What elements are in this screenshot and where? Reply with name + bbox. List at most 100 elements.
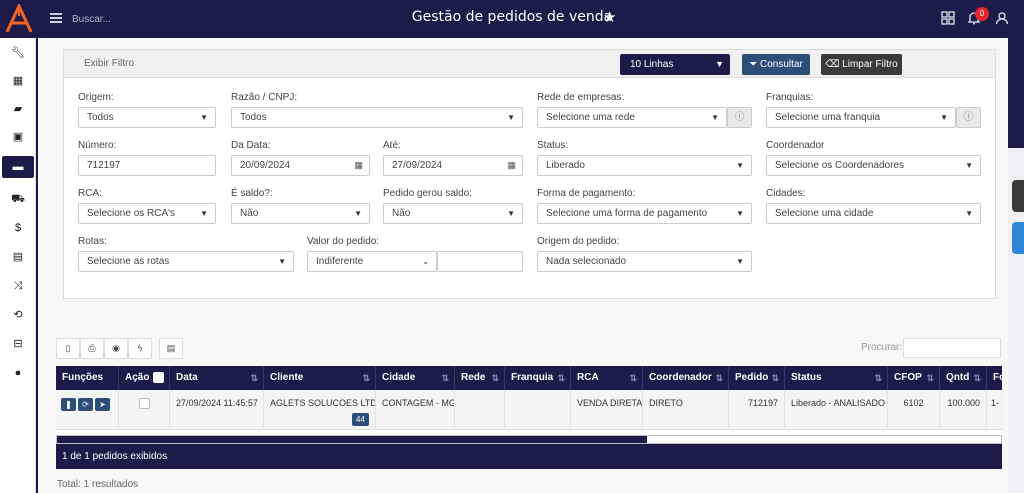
user-icon[interactable]: ●	[0, 362, 36, 384]
side-panel-toggle[interactable]	[1012, 180, 1024, 212]
bolt-icon[interactable]: ϟ	[128, 338, 152, 359]
franquias-select[interactable]: Selecione uma franquia ▼	[766, 107, 956, 128]
filter-icon: ⏷	[749, 59, 758, 70]
origem-pedido-select[interactable]: Nada selecionado ▼	[537, 251, 752, 272]
refresh-icon[interactable]: ⟳	[78, 398, 93, 411]
favorite-star-icon[interactable]: ★	[603, 8, 616, 26]
rotas-select[interactable]: Selecione as rotas ▼	[78, 251, 294, 272]
row-select-checkbox[interactable]	[139, 398, 150, 409]
e-saldo-select[interactable]: Não ▼	[231, 203, 370, 224]
col-acao[interactable]: Ação	[119, 366, 170, 390]
wrench-icon[interactable]: 🔧︎	[0, 42, 36, 64]
sort-icon: ⇅	[771, 373, 779, 383]
cell-coordenador: DIRETO	[643, 390, 729, 430]
rede-select[interactable]: Selecione uma rede ▼	[537, 107, 727, 128]
procurar-label: Procurar:	[861, 342, 903, 353]
horizontal-scrollbar[interactable]	[56, 435, 1002, 444]
briefcase-icon[interactable]: ▬	[2, 156, 34, 178]
book-icon[interactable]: ▰	[0, 98, 36, 120]
user-profile-icon[interactable]	[994, 11, 1010, 27]
view-eye-icon[interactable]: ◉	[104, 338, 128, 359]
shuffle-icon[interactable]: ⤨	[0, 275, 36, 297]
row-functions: ❚ ⟳ ➤	[56, 390, 119, 430]
right-edge	[1008, 38, 1024, 493]
cell-rca: VENDA DIRETA	[571, 390, 643, 430]
print-icon[interactable]: ⎙	[80, 338, 104, 359]
sort-icon: ⇅	[874, 373, 882, 383]
columns-icon[interactable]: ▤	[159, 338, 183, 359]
valor-pedido-select[interactable]: Indiferente ⌄	[307, 251, 437, 272]
basket-icon[interactable]: ⊟	[0, 333, 36, 355]
col-rca[interactable]: RCA ⇅	[571, 366, 643, 390]
apps-grid-icon[interactable]	[940, 11, 956, 27]
numero-input[interactable]: 712197	[78, 155, 216, 176]
dollar-icon[interactable]: $	[0, 217, 36, 239]
sort-icon: ⇅	[715, 373, 723, 383]
origem-select[interactable]: Todos ▼	[78, 107, 216, 128]
main-content: Exibir Filtro 10 Linhas ▼ ⏷ Consultar ⌫ …	[38, 38, 1008, 493]
filter-panel: Exibir Filtro 10 Linhas ▼ ⏷ Consultar ⌫ …	[63, 49, 996, 299]
send-icon[interactable]: ➤	[95, 398, 110, 411]
col-coordenador[interactable]: Coordenador ⇅	[643, 366, 729, 390]
rede-info-icon[interactable]: ⓘ	[727, 107, 752, 128]
coordenador-select[interactable]: Selecione os Coordenadores ▼	[766, 155, 981, 176]
cidades-select[interactable]: Selecione uma cidade ▼	[766, 203, 981, 224]
cell-cfop: 6102	[888, 390, 940, 430]
rca-select[interactable]: Selecione os RCA's ▼	[78, 203, 216, 224]
sort-icon: ⇅	[973, 373, 981, 383]
forma-pagamento-select[interactable]: Selecione uma forma de pagamento ▼	[537, 203, 752, 224]
da-data-input[interactable]: 20/09/2024 ▦	[231, 155, 370, 176]
procurar-input[interactable]	[903, 338, 1001, 358]
global-search-input[interactable]	[72, 10, 222, 28]
cell-qntd: 100.000	[940, 390, 987, 430]
cell-data: 27/09/2024 11:45:57	[170, 390, 264, 430]
sort-icon: ⇅	[629, 373, 637, 383]
valor-pedido-amount-input[interactable]	[437, 251, 523, 272]
col-data[interactable]: Data ⇅	[170, 366, 264, 390]
valor-pedido-label: Valor do pedido:	[307, 236, 380, 247]
gerou-saldo-select[interactable]: Não ▼	[383, 203, 523, 224]
col-franquia[interactable]: Franquia ⇅	[505, 366, 571, 390]
col-cliente[interactable]: Cliente ⇅	[264, 366, 376, 390]
calendar-icon[interactable]: ▦	[354, 156, 363, 175]
select-all-checkbox[interactable]	[153, 371, 165, 383]
info-icon[interactable]: ❚	[61, 398, 76, 411]
sort-icon: ⇅	[250, 373, 258, 383]
filter-toggle-title[interactable]: Exibir Filtro	[84, 58, 134, 69]
table-row[interactable]: ❚ ⟳ ➤ 27/09/2024 11:45:57 AGLETS SOLUCOES …	[56, 390, 1002, 430]
col-rede[interactable]: Rede ⇅	[455, 366, 505, 390]
calendar-icon[interactable]: ▦	[507, 156, 516, 175]
menu-toggle-icon[interactable]	[50, 13, 62, 23]
settings-panel-toggle[interactable]	[1012, 222, 1024, 254]
razao-select[interactable]: Todos ▼	[231, 107, 523, 128]
status-select[interactable]: Liberado ▼	[537, 155, 752, 176]
scrollbar-thumb[interactable]	[57, 436, 647, 443]
cell-cidade: CONTAGEM - MG	[376, 390, 455, 430]
sidebar: 🔧︎ ▦ ▰ ▣ ▬ ⛟ $ ▤ ⤨ ⟲ ⊟ ●	[0, 38, 36, 493]
table-icon[interactable]: ▤	[0, 246, 36, 268]
col-cidade[interactable]: Cidade ⇅	[376, 366, 455, 390]
cell-fo: 1-	[987, 390, 1002, 430]
retweet-icon[interactable]: ⟲	[0, 304, 36, 326]
limpar-filtro-button[interactable]: ⌫ Limpar Filtro	[821, 54, 902, 75]
sort-icon: ⇅	[491, 373, 499, 383]
money-icon[interactable]: ▣	[0, 126, 36, 148]
col-pedido[interactable]: Pedido ⇅	[729, 366, 785, 390]
cliente-count-badge: 44	[352, 413, 369, 426]
col-cfop[interactable]: CFOP ⇅	[888, 366, 940, 390]
col-qntd[interactable]: Qntd ⇅	[940, 366, 987, 390]
app-logo[interactable]	[4, 4, 34, 34]
sort-icon: ⇅	[441, 373, 449, 383]
col-fo[interactable]: Fo	[987, 366, 1002, 390]
ate-input[interactable]: 27/09/2024 ▦	[383, 155, 523, 176]
filter-header: Exibir Filtro 10 Linhas ▼ ⏷ Consultar ⌫ …	[64, 50, 995, 78]
col-funcoes[interactable]: Funções	[56, 366, 119, 390]
cart-icon[interactable]: ⛟	[0, 188, 36, 210]
calculator-icon[interactable]: ▦	[0, 70, 36, 92]
lines-per-page-select[interactable]: 10 Linhas ▼	[620, 54, 730, 75]
consultar-button[interactable]: ⏷ Consultar	[742, 54, 810, 75]
export-pdf-icon[interactable]: ▯	[56, 338, 80, 359]
col-status[interactable]: Status ⇅	[785, 366, 888, 390]
franquias-info-icon[interactable]: ⓘ	[956, 107, 981, 128]
page-title: Gestão de pedidos de venda	[411, 9, 613, 25]
